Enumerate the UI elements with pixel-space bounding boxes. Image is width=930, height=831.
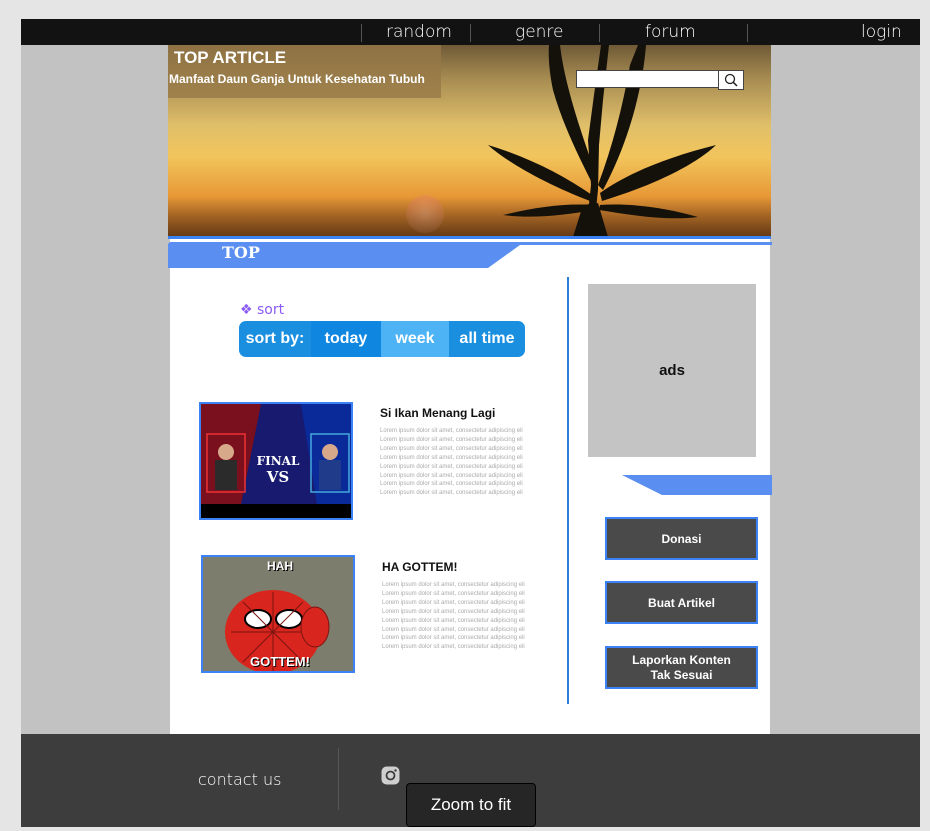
thumbnail-caption-vs: VS (266, 468, 290, 486)
excerpt-line: Lorem ipsum dolor sit amet, consectetur … (382, 644, 525, 651)
instagram-icon[interactable] (381, 766, 400, 785)
article-thumbnail[interactable]: FINAL VS (199, 402, 353, 520)
sort-bar: sort by: today week all time (239, 321, 525, 357)
article-title-link[interactable]: Si Ikan Menang Lagi (380, 406, 495, 420)
nav-forum-link[interactable]: forum (645, 19, 696, 45)
content-divider (567, 277, 569, 704)
contact-us-link[interactable]: contact us (198, 770, 281, 789)
excerpt-line: Lorem ipsum dolor sit amet, consectetur … (382, 626, 525, 633)
excerpt-line: Lorem ipsum dolor sit amet, consectetur … (380, 481, 523, 488)
top-section-label: TOP (222, 243, 260, 262)
article-excerpt: Lorem ipsum dolor sit amet, consectetur … (382, 581, 547, 652)
excerpt-line: Lorem ipsum dolor sit amet, consectetur … (382, 617, 525, 624)
search-input[interactable] (576, 70, 723, 88)
zoom-to-fit-button[interactable]: Zoom to fit (406, 783, 536, 827)
footer-separator (338, 748, 339, 810)
nav-separator (599, 24, 600, 42)
login-link[interactable]: login (861, 19, 902, 45)
meme-top-caption: HAH (267, 559, 293, 573)
sidebar-accent-ribbon (622, 475, 772, 495)
excerpt-line: Lorem ipsum dolor sit amet, consectetur … (380, 454, 523, 461)
nav-separator (470, 24, 471, 42)
nav-separator (361, 24, 362, 42)
top-navbar: random genre forum login (21, 19, 920, 45)
ad-label: ads (659, 362, 685, 379)
search-icon (724, 73, 738, 87)
excerpt-line: Lorem ipsum dolor sit amet, consectetur … (382, 582, 525, 588)
meme-bottom-caption: GOTTEM! (250, 654, 310, 669)
sort-option-all-time[interactable]: all time (449, 321, 525, 357)
donate-button[interactable]: Donasi (605, 517, 758, 560)
create-article-button[interactable]: Buat Artikel (605, 581, 758, 624)
diamond-icon: ❖ (240, 302, 253, 318)
excerpt-line: Lorem ipsum dolor sit amet, consectetur … (382, 635, 525, 642)
excerpt-line: Lorem ipsum dolor sit amet, consectetur … (380, 428, 523, 434)
excerpt-line: Lorem ipsum dolor sit amet, consectetur … (380, 472, 523, 479)
sort-option-week[interactable]: week (381, 321, 449, 357)
excerpt-line: Lorem ipsum dolor sit amet, consectetur … (380, 463, 523, 470)
nav-random-link[interactable]: random (386, 19, 452, 45)
thumbnail-caption-final: FINAL (256, 454, 300, 468)
top-article-title-link[interactable]: Manfaat Daun Ganja Untuk Kesehatan Tubuh (169, 72, 425, 86)
article-title-link[interactable]: HA GOTTEM! (382, 560, 458, 574)
sort-option-today[interactable]: today (311, 321, 381, 357)
nav-genre-link[interactable]: genre (515, 19, 564, 45)
nav-separator (747, 24, 748, 42)
sort-heading-text: sort (257, 302, 285, 318)
excerpt-line: Lorem ipsum dolor sit amet, consectetur … (382, 590, 525, 597)
excerpt-line: Lorem ipsum dolor sit amet, consectetur … (382, 608, 525, 615)
article-thumbnail[interactable]: HAH GOTTEM! (201, 555, 355, 673)
sort-by-label: sort by: (245, 330, 305, 347)
sort-heading: ❖ sort (240, 302, 284, 318)
search-button[interactable] (718, 70, 744, 90)
excerpt-line: Lorem ipsum dolor sit amet, consectetur … (380, 490, 523, 497)
excerpt-line: Lorem ipsum dolor sit amet, consectetur … (380, 436, 523, 443)
article-excerpt: Lorem ipsum dolor sit amet, consectetur … (380, 427, 545, 498)
top-article-heading: TOP ARTICLE (174, 48, 287, 67)
report-content-button[interactable]: Laporkan Konten Tak Sesuai (605, 646, 758, 689)
excerpt-line: Lorem ipsum dolor sit amet, consectetur … (382, 599, 525, 606)
excerpt-line: Lorem ipsum dolor sit amet, consectetur … (380, 445, 523, 452)
